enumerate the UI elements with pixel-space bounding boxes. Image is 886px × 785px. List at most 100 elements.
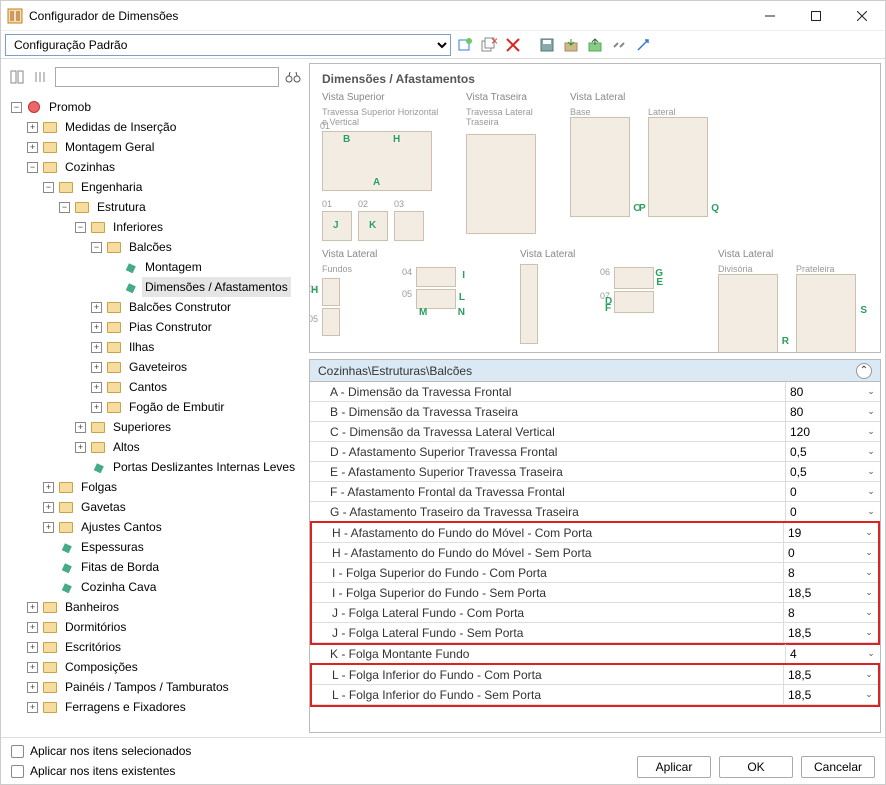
tree-toggle[interactable]: +: [43, 502, 54, 513]
tree-toggle[interactable]: −: [91, 242, 102, 253]
tree-item[interactable]: Folgas: [78, 477, 120, 497]
property-value[interactable]: 0⌄: [784, 543, 878, 562]
chevron-down-icon[interactable]: ⌄: [864, 424, 878, 438]
import-icon[interactable]: [561, 35, 581, 55]
tree-toggle[interactable]: +: [91, 322, 102, 333]
tree-toggle[interactable]: +: [27, 122, 38, 133]
tree-item[interactable]: Balcões: [126, 237, 175, 257]
chevron-down-icon[interactable]: ⌄: [864, 484, 878, 498]
property-value[interactable]: 18,5⌄: [784, 583, 878, 602]
tree-toggle[interactable]: −: [27, 162, 38, 173]
property-row[interactable]: B - Dimensão da Travessa Traseira80⌄: [310, 402, 880, 422]
property-row[interactable]: H - Afastamento do Fundo do Móvel - Com …: [312, 523, 878, 543]
properties-header[interactable]: Cozinhas\Estruturas\Balcões ⌃: [310, 360, 880, 382]
property-value[interactable]: 18,5⌄: [784, 685, 878, 704]
tree-item[interactable]: Cantos: [126, 377, 170, 397]
property-value[interactable]: 4⌄: [786, 644, 880, 663]
minimize-button[interactable]: [747, 1, 793, 31]
property-value[interactable]: 8⌄: [784, 563, 878, 582]
property-row[interactable]: L - Folga Inferior do Fundo - Sem Porta1…: [312, 685, 878, 705]
tree-toggle[interactable]: +: [27, 702, 38, 713]
tree-toggle[interactable]: +: [75, 422, 86, 433]
tree-item[interactable]: Superiores: [110, 417, 174, 437]
property-value[interactable]: 19⌄: [784, 523, 878, 542]
property-row[interactable]: H - Afastamento do Fundo do Móvel - Sem …: [312, 543, 878, 563]
expand-icon[interactable]: [633, 35, 653, 55]
apply-button[interactable]: Aplicar: [637, 756, 711, 778]
tree-item[interactable]: Gaveteiros: [126, 357, 190, 377]
tree-item[interactable]: Altos: [110, 437, 143, 457]
tree-toggle[interactable]: −: [59, 202, 70, 213]
apply-selected-checkbox[interactable]: Aplicar nos itens selecionados: [11, 744, 191, 758]
chevron-down-icon[interactable]: ⌄: [864, 444, 878, 458]
chevron-down-icon[interactable]: ⌄: [862, 687, 876, 701]
tree-toggle[interactable]: +: [91, 402, 102, 413]
property-row[interactable]: A - Dimensão da Travessa Frontal80⌄: [310, 382, 880, 402]
property-row[interactable]: J - Folga Lateral Fundo - Sem Porta18,5⌄: [312, 623, 878, 643]
property-value[interactable]: 18,5⌄: [784, 665, 878, 684]
tree-item[interactable]: Pias Construtor: [126, 317, 215, 337]
tree-root[interactable]: Promob: [46, 97, 94, 117]
property-row[interactable]: D - Afastamento Superior Travessa Fronta…: [310, 442, 880, 462]
tree-item[interactable]: Dormitórios: [62, 617, 129, 637]
tree-item[interactable]: Fitas de Borda: [78, 557, 162, 577]
tree-item[interactable]: Banheiros: [62, 597, 122, 617]
collapse-icon[interactable]: ⌃: [856, 363, 872, 379]
chevron-down-icon[interactable]: ⌄: [864, 384, 878, 398]
tree-toggle[interactable]: +: [43, 522, 54, 533]
tree-toggle[interactable]: +: [91, 302, 102, 313]
tree-toggle[interactable]: +: [27, 642, 38, 653]
property-row[interactable]: J - Folga Lateral Fundo - Com Porta8⌄: [312, 603, 878, 623]
tree-item[interactable]: Engenharia: [78, 177, 145, 197]
tree-item[interactable]: Inferiores: [110, 217, 166, 237]
chevron-down-icon[interactable]: ⌄: [862, 667, 876, 681]
tree-item[interactable]: Medidas de Inserção: [62, 117, 179, 137]
chevron-down-icon[interactable]: ⌄: [864, 404, 878, 418]
chevron-down-icon[interactable]: ⌄: [862, 605, 876, 619]
tree-item[interactable]: Ferragens e Fixadores: [62, 697, 189, 717]
tree-toggle[interactable]: −: [43, 182, 54, 193]
property-value[interactable]: 120⌄: [786, 422, 880, 441]
cancel-button[interactable]: Cancelar: [801, 756, 875, 778]
chevron-down-icon[interactable]: ⌄: [862, 565, 876, 579]
tree-toggle[interactable]: +: [91, 362, 102, 373]
property-value[interactable]: 0,5⌄: [786, 442, 880, 461]
tree-item[interactable]: Composições: [62, 657, 141, 677]
tree-item[interactable]: Espessuras: [78, 537, 147, 557]
property-value[interactable]: 0,5⌄: [786, 462, 880, 481]
property-row[interactable]: L - Folga Inferior do Fundo - Com Porta1…: [312, 665, 878, 685]
tree-item-selected[interactable]: Dimensões / Afastamentos: [142, 277, 291, 297]
config-select[interactable]: Configuração Padrão: [5, 34, 451, 56]
property-value[interactable]: 80⌄: [786, 402, 880, 421]
property-value[interactable]: 8⌄: [784, 603, 878, 622]
tree-toggle[interactable]: +: [91, 342, 102, 353]
binoculars-icon[interactable]: [283, 67, 303, 87]
chevron-down-icon[interactable]: ⌄: [864, 504, 878, 518]
tree-item[interactable]: Gavetas: [78, 497, 129, 517]
tree-item[interactable]: Ilhas: [126, 337, 157, 357]
property-value[interactable]: 80⌄: [786, 382, 880, 401]
property-row[interactable]: E - Afastamento Superior Travessa Trasei…: [310, 462, 880, 482]
tree-item[interactable]: Escritórios: [62, 637, 124, 657]
tree-item[interactable]: Cozinhas: [62, 157, 118, 177]
chevron-down-icon[interactable]: ⌄: [862, 585, 876, 599]
tree-item[interactable]: Balcões Construtor: [126, 297, 234, 317]
close-button[interactable]: [839, 1, 885, 31]
tree-toggle[interactable]: +: [75, 442, 86, 453]
new-config-icon[interactable]: [455, 35, 475, 55]
tree-item[interactable]: Portas Deslizantes Internas Leves: [110, 457, 298, 477]
tree-toggle[interactable]: +: [27, 682, 38, 693]
save-icon[interactable]: [537, 35, 557, 55]
property-row[interactable]: I - Folga Superior do Fundo - Sem Porta1…: [312, 583, 878, 603]
tree-item[interactable]: Painéis / Tampos / Tamburatos: [62, 677, 232, 697]
tree-toggle[interactable]: −: [11, 102, 22, 113]
tree-item[interactable]: Cozinha Cava: [78, 577, 159, 597]
tree-item[interactable]: Montagem: [142, 257, 205, 277]
tree-item[interactable]: Estrutura: [94, 197, 149, 217]
property-value[interactable]: 18,5⌄: [784, 623, 878, 642]
tree-expand-icon[interactable]: [31, 67, 51, 87]
tree-toggle[interactable]: +: [43, 482, 54, 493]
property-row[interactable]: C - Dimensão da Travessa Lateral Vertica…: [310, 422, 880, 442]
ok-button[interactable]: OK: [719, 756, 793, 778]
chevron-down-icon[interactable]: ⌄: [862, 545, 876, 559]
